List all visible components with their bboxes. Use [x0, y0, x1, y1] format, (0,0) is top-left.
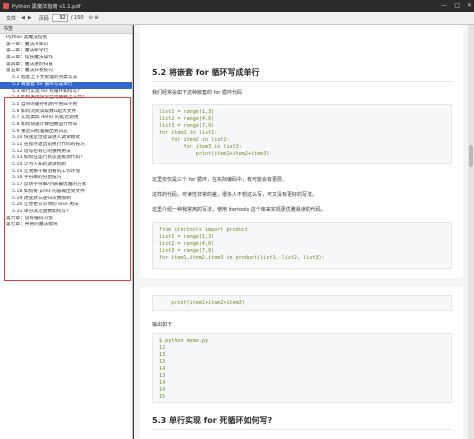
heading-rule: [152, 81, 452, 82]
minimize-icon[interactable]: —: [441, 2, 447, 9]
code-line: for item1,item2,item3 in product(list1, …: [159, 255, 325, 261]
toc-item[interactable]: 5.3 单行实现 for 死循环如何写?: [0, 89, 132, 96]
paragraph: 我们经常会如下这种嵌套的 for 循环代码: [152, 90, 243, 96]
code-block-print: print(item1+item2+item3): [152, 295, 452, 311]
zoom-controls[interactable]: ⊖ ⊕: [89, 15, 99, 21]
toc-item[interactable]: Python 黑魔法指南: [0, 35, 132, 42]
window-titlebar: Python 黑魔法指南 v1.1.pdf — □ ✕: [0, 0, 474, 12]
code-line: 13: [159, 373, 166, 379]
toc-item[interactable]: 5.1 嵌套上下文管理的另类写法: [0, 75, 132, 82]
toc-item[interactable]: 5.7 实现类似 defer 的延迟调用: [0, 115, 132, 122]
code-line: list2 = range(4,6): [159, 241, 215, 247]
pdf-page: print(item1+item2+item3) 输出如下 $ python d…: [140, 287, 463, 439]
table-of-contents: Python 黑魔法指南 第一章：魔法冷知识 第二章：魔法命令行 第三章：炫技魔法操作…: [0, 34, 132, 229]
code-line: 13: [159, 352, 166, 358]
paragraph: 输出如下: [152, 322, 173, 328]
scrollbar-thumb[interactable]: [469, 145, 473, 167]
heading-rule: [152, 429, 452, 430]
code-line: list3 = range(7,9): [159, 123, 215, 129]
toc-item[interactable]: 5.13 如何在运行状态查看源代码？: [0, 155, 132, 162]
toc-item[interactable]: 5.15 让我擦干眼泪看的工作环境: [0, 169, 132, 176]
toc-item[interactable]: 5.17 反转字符串/列表最优雅的方式: [0, 182, 132, 189]
toc-item[interactable]: 第六章：良好编码习惯: [0, 216, 132, 223]
toc-item[interactable]: 第二章：魔法命令行: [0, 48, 132, 55]
prev-page-icon[interactable]: ◀: [21, 15, 25, 21]
toc-item[interactable]: 5.19 改变默认递归次数限制: [0, 196, 132, 203]
sidebar-header: 书签: [0, 25, 132, 34]
page-number-input[interactable]: [51, 14, 68, 22]
code-line: print(item1+item2+item3): [159, 300, 245, 306]
toc-item[interactable]: 第三章：炫技魔法操作: [0, 55, 132, 62]
paragraph: 这里仅仅是三个 for 循环，在实际编码中，有可能会有更层。: [152, 177, 288, 183]
code-line: 14: [159, 380, 166, 386]
toc-item[interactable]: 第一章：魔法冷知识: [0, 42, 132, 49]
toc-item[interactable]: 5.16 字符串的分割技巧: [0, 175, 132, 182]
window-controls: — □ ✕: [441, 2, 472, 9]
code-line: from itertools import product: [159, 227, 248, 233]
code-line: 12: [159, 345, 166, 351]
code-line: 14: [159, 366, 166, 372]
paragraph: 这样的代码，可读性非常的差，很多人不想这么写，可又没有更好的写法。: [152, 192, 318, 198]
toc-item[interactable]: 5.11 在程序退出前执行代码的技巧: [0, 142, 132, 149]
code-line: 14: [159, 387, 166, 393]
code-line: 13: [159, 359, 166, 365]
close-icon[interactable]: ✕: [467, 2, 472, 9]
code-line: 15: [159, 394, 166, 400]
toc-item[interactable]: 5.9 重定向标准输出到日志: [0, 129, 132, 136]
next-page-icon[interactable]: ▶: [28, 15, 32, 21]
document-viewport: 5.2 将嵌套 for 循环写成单行 我们经常会如下这种嵌套的 for 循环代码…: [134, 25, 474, 439]
code-line: $ python demo.py: [159, 338, 209, 344]
toc-item[interactable]: 第五章：魔法开发技巧: [0, 68, 132, 75]
page-label: 页码: [38, 15, 49, 22]
code-line: print(item1+item2+item3): [159, 151, 270, 157]
toc-item[interactable]: 5.8 如何快速计算函数运行时间: [0, 122, 132, 129]
pdf-app-icon: [3, 3, 9, 9]
toc-item[interactable]: 5.10 快速定位错误进入调试模式: [0, 135, 132, 142]
toc-item[interactable]: 5.5 自带的缓存机制不用白不用: [0, 102, 132, 109]
code-line: for item2 in list2:: [159, 137, 230, 143]
code-line: list3 = range(7,9): [159, 248, 215, 254]
code-block-output: $ python demo.py 12 13 13 14 13 14 14 15: [152, 333, 452, 403]
code-line: list2 = range(4,6): [159, 116, 215, 122]
vertical-scrollbar[interactable]: [468, 25, 474, 439]
toc-item[interactable]: 5.6 如何流式读取数G超大文件: [0, 109, 132, 116]
code-block-nested: list1 = range(1,3) list2 = range(4,6) list…: [152, 104, 452, 164]
toc-item[interactable]: 5.18 如何将 print 内容输出到文件: [0, 189, 132, 196]
toc-item[interactable]: 5.12 逗号也有它的独特用法: [0, 149, 132, 156]
code-block-product: from itertools import product list1 = ran…: [152, 222, 452, 269]
code-line: list1 = range(1,3): [159, 109, 215, 115]
bookmark-sidebar: 书签 Python 黑魔法指南 第一章：魔法冷知识 第二章：魔法命令行 第三章：炫技魔…: [0, 25, 133, 439]
toc-item[interactable]: 5.21 单分派泛函数如何写？: [0, 209, 132, 216]
file-menu-button[interactable]: 文件: [4, 15, 18, 22]
code-line: list1 = range(1,3): [159, 234, 215, 240]
toc-item[interactable]: 5.14 少为人知的调试机制: [0, 162, 132, 169]
toc-item[interactable]: 5.20 让你更认识你的 else 用法: [0, 202, 132, 209]
pdf-page: 5.2 将嵌套 for 循环写成单行 我们经常会如下这种嵌套的 for 循环代码…: [140, 25, 463, 278]
toc-item[interactable]: 5.4 如何关闭异常自动关联上下文？: [0, 95, 132, 102]
toc-item[interactable]: 5.2 将嵌套 for 循环写成单行: [0, 81, 132, 89]
paragraph: 这里介绍一种我常用的写法，使用 itertools 这个库来实现更优雅易读的代码…: [152, 207, 326, 213]
toc-item[interactable]: 第七章：神奇的魔法模块: [0, 222, 132, 229]
code-line: for item3 in list3:: [159, 144, 242, 150]
toolbar: 文件 ◀ ▶ 页码 / 150 ⊖ ⊕: [0, 12, 474, 25]
section-heading: 5.3 单行实现 for 死循环如何写?: [152, 416, 273, 425]
section-heading: 5.2 将嵌套 for 循环写成单行: [152, 68, 260, 77]
maximize-icon[interactable]: □: [454, 2, 460, 9]
window-title: Python 黑魔法指南 v1.1.pdf: [12, 3, 81, 10]
page-total: / 150: [70, 15, 84, 21]
toc-item[interactable]: 第四章：魔法进阶扫盲: [0, 62, 132, 69]
code-line: for item1 in list1:: [159, 130, 218, 136]
